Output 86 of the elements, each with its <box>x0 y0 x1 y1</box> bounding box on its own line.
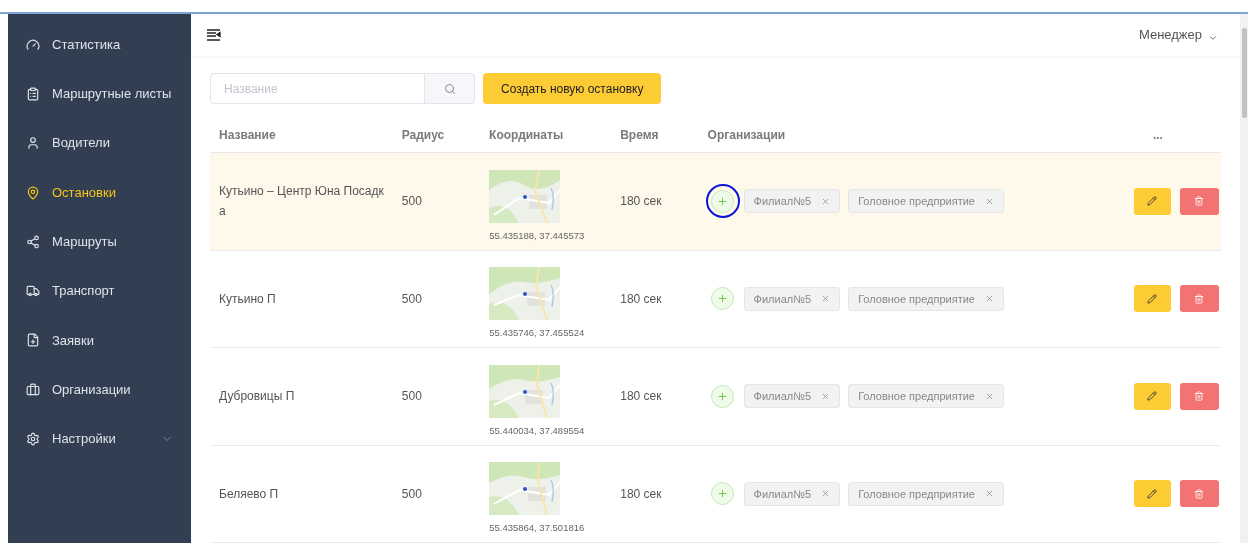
coordinates-text: 55.435188, 37.445573 <box>489 228 585 243</box>
table-cell: Кутьино – Центр Юна Посадка <box>219 184 384 219</box>
sidebar-item[interactable]: Статистика <box>8 20 191 70</box>
organization-tag: Филиал№5 <box>743 286 841 311</box>
add-button[interactable] <box>711 189 735 213</box>
sidebar-item[interactable]: Организации <box>8 365 191 415</box>
coordinates-text: 55.440034, 37.489554 <box>489 423 585 438</box>
sidebar-item[interactable]: Остановки <box>8 167 191 218</box>
scrollbar[interactable] <box>1240 14 1248 543</box>
close-icon[interactable] <box>984 391 994 401</box>
table-cell: Дубровицы П <box>219 389 295 404</box>
close-icon[interactable] <box>821 391 831 401</box>
file-plus-icon <box>26 333 40 348</box>
share-icon <box>26 234 40 249</box>
column-header: Радиус <box>401 127 445 142</box>
organization-tag: Головное предприятие <box>848 189 1004 214</box>
table-cell: Беляево П <box>219 486 279 501</box>
user-icon <box>26 136 40 151</box>
search-field[interactable]: Название <box>210 73 425 104</box>
sidebar-item[interactable]: Настройки <box>8 414 191 464</box>
map-pin-icon <box>26 185 40 200</box>
close-icon[interactable] <box>821 489 831 499</box>
close-icon[interactable] <box>984 294 994 304</box>
delete-button[interactable] <box>1180 187 1219 215</box>
search-icon <box>443 82 456 95</box>
clipboard-icon <box>26 86 40 101</box>
caret-icon <box>1208 33 1218 43</box>
trash-icon <box>1194 196 1205 207</box>
coordinates-text: 55.435864, 37.501816 <box>489 521 585 536</box>
briefcase-icon <box>26 382 40 397</box>
table-row[interactable]: Кутьино – Центр Юна Посадка 500 55.435188, 37.445573 180 сек Филиал№5 Головное предприятие <box>210 153 1221 251</box>
table-cell: Кутьино П <box>219 291 276 306</box>
table-cell: 180 сек <box>620 291 662 306</box>
table-cell: 500 <box>401 291 422 306</box>
table-cell: 180 сек <box>620 194 662 209</box>
close-icon[interactable] <box>821 294 831 304</box>
organization-tag: Головное предприятие <box>848 481 1004 506</box>
close-icon[interactable] <box>821 196 831 206</box>
organization-tag: Головное предприятие <box>848 286 1004 311</box>
plus-icon <box>717 488 729 500</box>
organization-tag: Филиал№5 <box>743 384 841 409</box>
column-header: Время <box>620 127 659 142</box>
delete-button[interactable] <box>1180 382 1219 410</box>
column-header: Организации <box>707 127 786 142</box>
pencil-icon <box>1147 391 1158 402</box>
column-header: Название <box>219 127 276 142</box>
edit-button[interactable] <box>1134 187 1171 215</box>
sidebar-item[interactable]: Водители <box>8 118 191 168</box>
user-menu[interactable]: Менеджер <box>1138 25 1218 45</box>
gauge-icon <box>26 37 40 52</box>
search-button[interactable] <box>425 73 475 104</box>
trash-icon <box>1194 293 1205 304</box>
settings-icon <box>26 432 40 446</box>
edit-button[interactable] <box>1134 285 1171 313</box>
pencil-icon <box>1147 196 1158 207</box>
table-cell: 500 <box>401 194 422 209</box>
truck-icon <box>26 284 40 299</box>
delete-button[interactable] <box>1180 480 1219 508</box>
sidebar-item[interactable]: Маршрутные листы <box>8 69 191 119</box>
edit-button[interactable] <box>1134 480 1171 508</box>
table-cell: 500 <box>401 486 422 501</box>
delete-button[interactable] <box>1180 285 1219 313</box>
organization-tag: Головное предприятие <box>848 384 1004 409</box>
pencil-icon <box>1147 488 1158 499</box>
table-cell: 180 сек <box>620 486 662 501</box>
column-header: Координаты <box>489 127 564 142</box>
coordinates-text: 55.435746, 37.455524 <box>489 326 585 341</box>
trash-icon <box>1194 391 1205 402</box>
edit-button[interactable] <box>1134 382 1171 410</box>
column-header: ... <box>1152 127 1163 142</box>
close-icon[interactable] <box>984 196 994 206</box>
table-cell: 180 сек <box>620 389 662 404</box>
create-button[interactable]: Создать новую остановку <box>483 73 662 104</box>
trash-icon <box>1194 488 1205 499</box>
menu-fold-icon[interactable] <box>207 29 221 41</box>
sidebar-item[interactable]: Заявки <box>8 315 191 366</box>
plus-icon <box>717 293 729 305</box>
sidebar-item[interactable]: Транспорт <box>8 266 191 316</box>
table-cell: 500 <box>401 389 422 404</box>
plus-icon <box>717 390 729 402</box>
sidebar-item[interactable]: Маршруты <box>8 217 191 267</box>
plus-icon <box>717 195 729 207</box>
pencil-icon <box>1147 293 1158 304</box>
close-icon[interactable] <box>984 489 994 499</box>
organization-tag: Филиал№5 <box>743 189 841 214</box>
organization-tag: Филиал№5 <box>743 481 841 506</box>
